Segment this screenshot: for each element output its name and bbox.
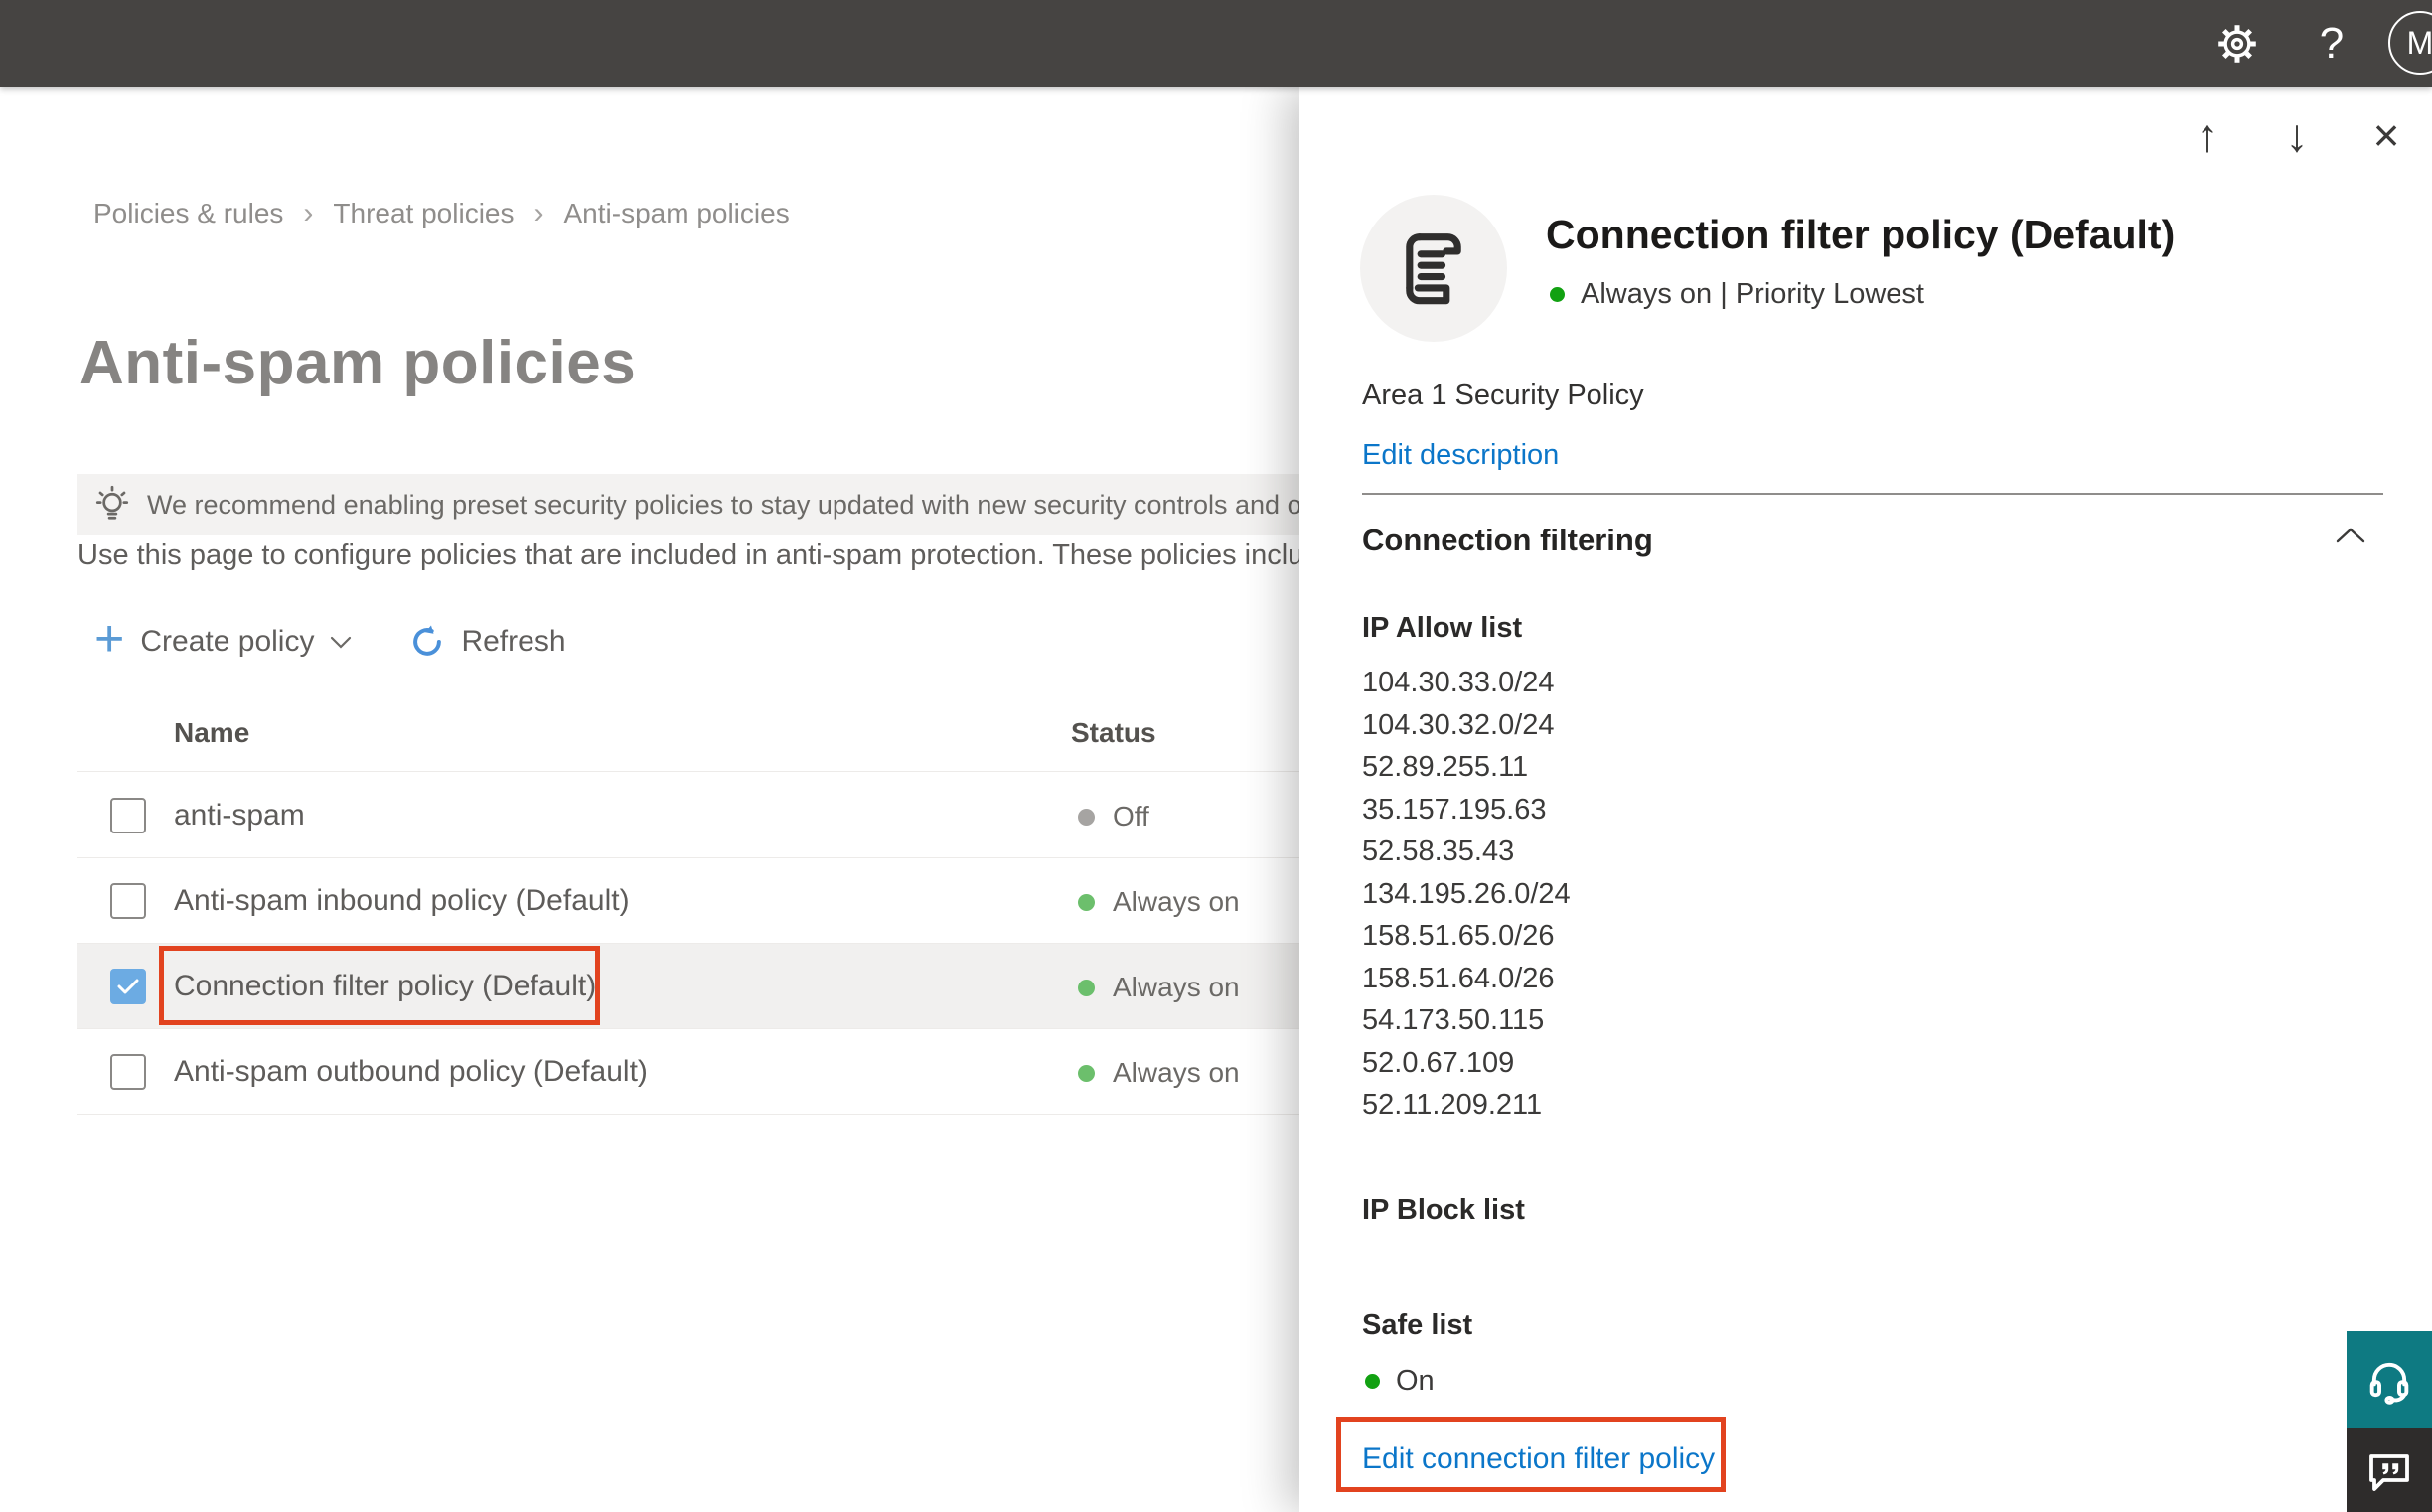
ip-entry: 52.0.67.109 (1362, 1046, 1515, 1079)
ip-entry: 54.173.50.115 (1362, 1004, 1545, 1036)
status-label: Off (1113, 801, 1149, 832)
breadcrumb-separator-icon: › (533, 197, 544, 229)
flyout-status-line: Always on | Priority Lowest (1550, 278, 1924, 311)
ip-entry: 52.11.209.211 (1362, 1089, 1543, 1121)
safe-list-status-text: On (1396, 1365, 1435, 1397)
create-policy-label: Create policy (140, 625, 315, 658)
breadcrumb: Policies & rules › Threat policies › Ant… (93, 197, 790, 230)
refresh-icon (413, 625, 442, 656)
settings-button[interactable] (2202, 0, 2273, 87)
ip-entry: 158.51.64.0/26 (1362, 962, 1555, 994)
status-dot-on (1078, 979, 1095, 996)
policy-name[interactable]: Connection filter policy (Default) (174, 970, 596, 1003)
policy-details-flyout: ↑ ↓ × Connection filter policy (Default)… (1299, 87, 2432, 1512)
row-checkbox[interactable] (110, 798, 146, 833)
collapse-section-button[interactable] (2335, 527, 2366, 544)
previous-item-button[interactable]: ↑ (2182, 109, 2233, 161)
policy-description: Area 1 Security Policy (1362, 379, 1644, 411)
breadcrumb-threat-policies[interactable]: Threat policies (333, 198, 514, 229)
status-dot-on (1078, 1064, 1095, 1082)
next-item-button[interactable]: ↓ (2271, 109, 2323, 161)
column-header-name[interactable]: Name (174, 717, 249, 749)
checkmark-icon (117, 979, 139, 994)
policy-name[interactable]: Anti-spam outbound policy (Default) (174, 1055, 648, 1089)
banner-message: We recommend enabling preset security po… (147, 489, 1445, 520)
row-checkbox[interactable] (110, 883, 146, 919)
help-button[interactable]: ? (2296, 0, 2367, 87)
status-dot-off (1078, 808, 1095, 826)
feedback-icon (2369, 1453, 2409, 1491)
status-dot-on (1078, 893, 1095, 911)
lightbulb-icon (95, 485, 129, 520)
ip-entry: 134.195.26.0/24 (1362, 877, 1571, 910)
policy-avatar (1360, 195, 1507, 342)
policy-name[interactable]: Anti-spam inbound policy (Default) (174, 884, 630, 918)
flyout-divider (1362, 493, 2383, 495)
ip-allow-list: 104.30.33.0/24 104.30.32.0/24 52.89.255.… (1362, 662, 1571, 1127)
chevron-up-icon (2336, 528, 2365, 543)
close-flyout-button[interactable]: × (2360, 109, 2412, 161)
section-connection-filtering: Connection filtering (1362, 523, 1653, 557)
row-checkbox[interactable] (110, 1054, 146, 1090)
ip-entry: 104.30.33.0/24 (1362, 667, 1555, 698)
refresh-label: Refresh (461, 625, 566, 658)
edit-connection-filter-policy-link[interactable]: Edit connection filter policy (1362, 1442, 1715, 1476)
breadcrumb-anti-spam-policies[interactable]: Anti-spam policies (564, 198, 790, 229)
scroll-icon (1406, 233, 1461, 305)
plus-icon: + (94, 610, 125, 668)
policy-name[interactable]: anti-spam (174, 799, 305, 832)
flyout-status-text: Always on | Priority Lowest (1581, 278, 1924, 310)
ip-entry: 158.51.65.0/26 (1362, 920, 1555, 952)
status-dot-on (1550, 287, 1565, 302)
page-description: Use this page to configure policies that… (77, 539, 1336, 571)
edit-description-link[interactable]: Edit description (1362, 439, 1559, 472)
chevron-down-icon (331, 636, 352, 649)
create-policy-button[interactable]: + Create policy (94, 613, 352, 665)
arrow-down-icon: ↓ (2285, 109, 2309, 161)
status-label: Always on (1113, 972, 1240, 1002)
status-label: Always on (1113, 1057, 1240, 1088)
ip-allow-list-label: IP Allow list (1362, 612, 1523, 644)
support-button[interactable] (2347, 1331, 2432, 1428)
row-checkbox-checked[interactable] (110, 969, 146, 1004)
help-icon: ? (2319, 19, 2345, 68)
headset-icon (2369, 1362, 2409, 1405)
breadcrumb-policies-rules[interactable]: Policies & rules (93, 198, 283, 229)
safe-list-status: On (1365, 1365, 1435, 1398)
safe-list-label: Safe list (1362, 1309, 1473, 1341)
status-dot-on (1365, 1374, 1380, 1389)
gear-icon (2218, 25, 2256, 63)
top-app-bar: ? M (0, 0, 2432, 87)
close-icon: × (2372, 109, 2400, 161)
ip-entry: 104.30.32.0/24 (1362, 708, 1555, 741)
ip-entry: 35.157.195.63 (1362, 793, 1547, 826)
ip-entry: 52.89.255.11 (1362, 751, 1529, 783)
flyout-title: Connection filter policy (Default) (1546, 212, 2176, 257)
status-label: Always on (1113, 886, 1240, 917)
arrow-up-icon: ↑ (2196, 109, 2219, 161)
account-avatar[interactable]: M (2388, 11, 2432, 75)
avatar-initial: M (2406, 24, 2432, 61)
page-title: Anti-spam policies (79, 329, 637, 397)
refresh-button[interactable]: Refresh (409, 624, 566, 660)
ip-block-list-label: IP Block list (1362, 1194, 1525, 1226)
column-header-status[interactable]: Status (1071, 717, 1156, 749)
breadcrumb-separator-icon: › (303, 197, 314, 229)
feedback-button[interactable] (2347, 1428, 2432, 1512)
ip-entry: 52.58.35.43 (1362, 835, 1515, 867)
command-bar: + Create policy Refresh (94, 613, 624, 670)
